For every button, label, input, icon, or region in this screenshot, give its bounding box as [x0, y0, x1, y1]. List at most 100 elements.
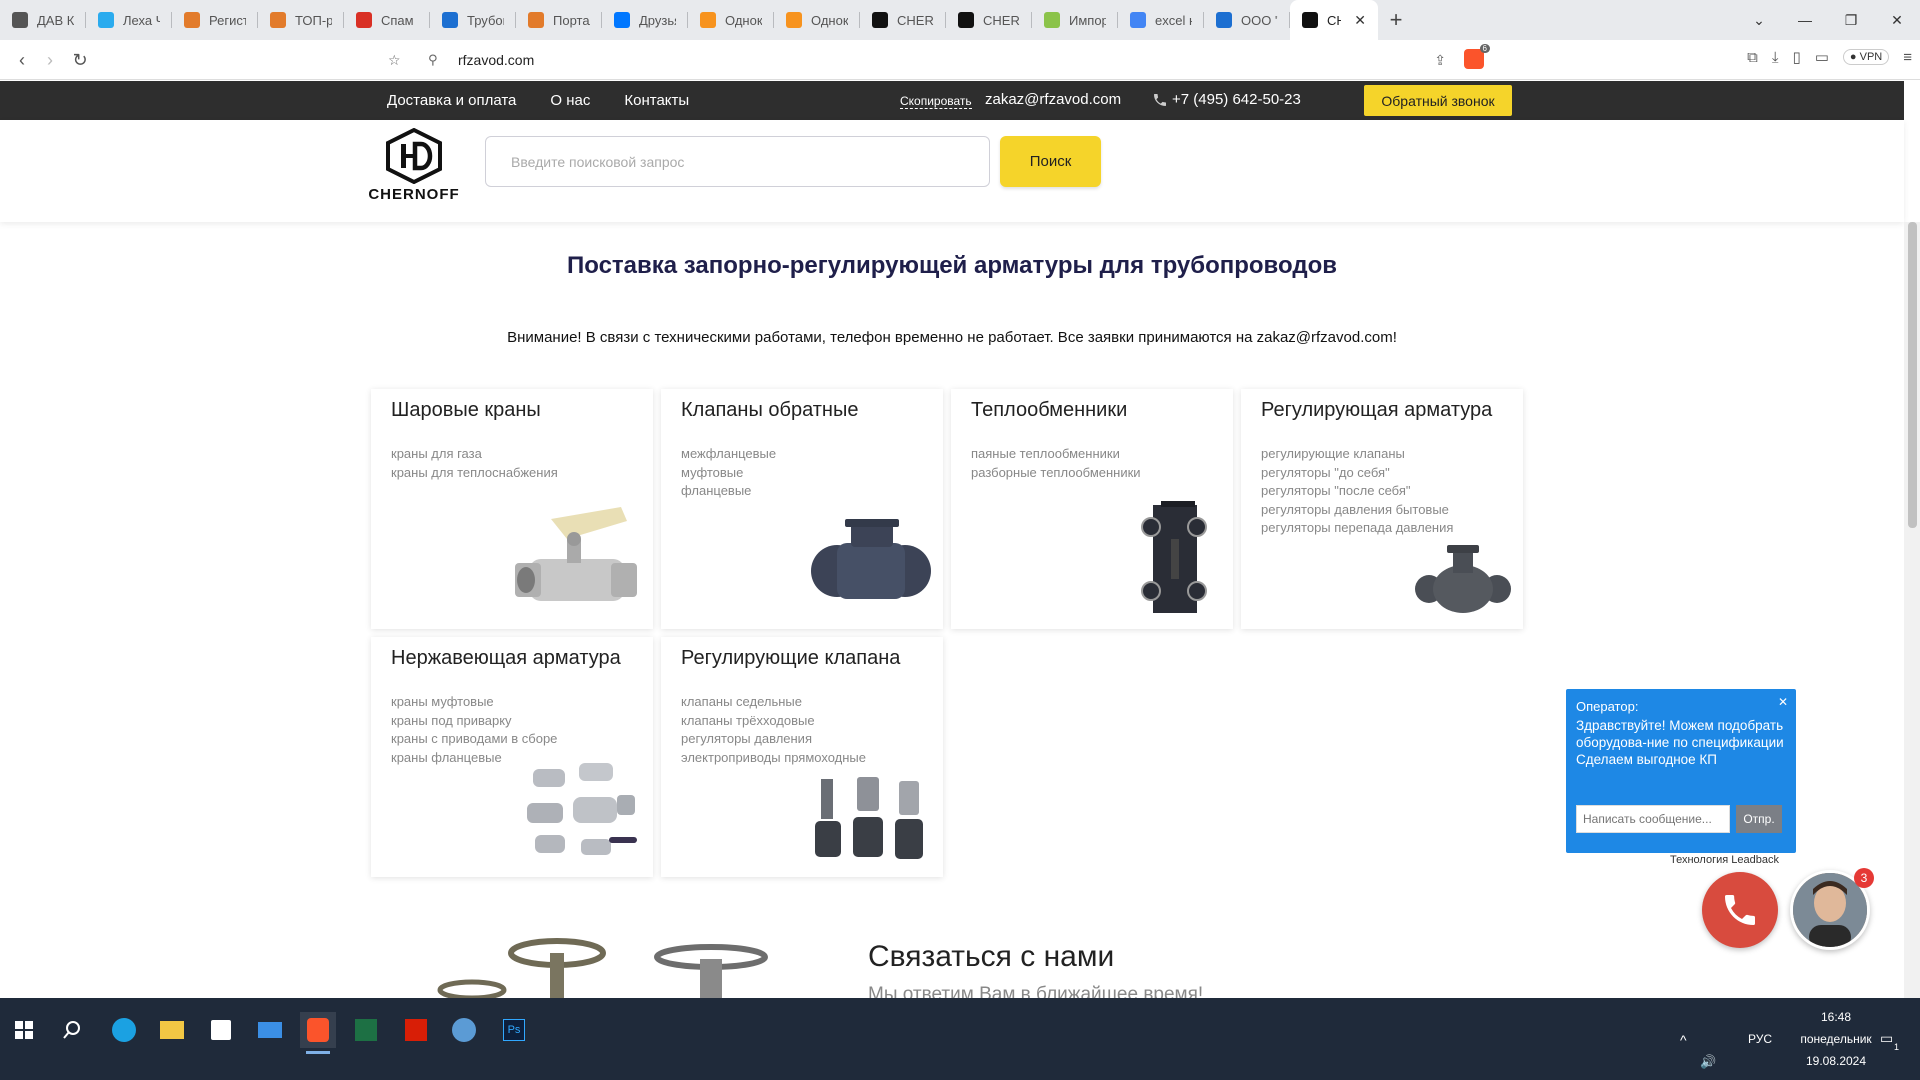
browser-tab[interactable]: Спам (124	[344, 0, 430, 40]
card-link[interactable]: краны для теплоснабжения	[391, 464, 558, 483]
card-link[interactable]: клапаны трёхходовые	[681, 712, 866, 731]
volume-icon[interactable]: 🔊	[1700, 1054, 1716, 1070]
scrollbar-thumb[interactable]	[1908, 222, 1917, 528]
browser-tab[interactable]: Леха Чер	[86, 0, 172, 40]
card-link[interactable]: регулирующие клапаны	[1261, 445, 1453, 464]
reload-icon[interactable]: ↻	[68, 48, 92, 72]
email-link[interactable]: zakaz@rfzavod.com	[985, 91, 1121, 108]
new-tab-button[interactable]: +	[1378, 7, 1414, 33]
share-icon[interactable]: ⇪	[1434, 52, 1446, 69]
language-indicator[interactable]: РУС	[1748, 1032, 1772, 1046]
search-input[interactable]	[485, 136, 990, 187]
card-link[interactable]: регуляторы давления бытовые	[1261, 501, 1453, 520]
browser-tab[interactable]: Портал тр	[516, 0, 602, 40]
tab-search-icon[interactable]: ⌄	[1736, 0, 1782, 40]
clock-time[interactable]: 16:48	[1806, 1010, 1866, 1024]
forward-icon[interactable]: ›	[38, 48, 62, 72]
minimize-button[interactable]: —	[1782, 0, 1828, 40]
card-title[interactable]: Теплообменники	[971, 399, 1127, 422]
call-button[interactable]	[1702, 872, 1778, 948]
browser-tab[interactable]: Регистрац	[172, 0, 258, 40]
restore-button[interactable]: ❐	[1828, 0, 1874, 40]
browser-tab[interactable]: CHERNOF	[860, 0, 946, 40]
brave-browser-icon[interactable]	[300, 1012, 336, 1054]
card-link[interactable]: межфланцевые	[681, 445, 776, 464]
browser-tab[interactable]: CHER ✕	[1290, 0, 1378, 40]
chat-send-button[interactable]: Отпр.	[1736, 805, 1782, 833]
card-link[interactable]: электроприводы прямоходные	[681, 749, 866, 768]
site-info-icon[interactable]: ⚲	[428, 52, 438, 68]
browser-tab[interactable]: Однокла	[774, 0, 860, 40]
card-title[interactable]: Шаровые краны	[391, 399, 541, 422]
card-link[interactable]: разборные теплообменники	[971, 464, 1141, 483]
vpn-button[interactable]: ● VPN	[1842, 49, 1890, 65]
edge-icon[interactable]	[106, 1012, 142, 1048]
chat-close-icon[interactable]: ✕	[1778, 695, 1788, 709]
category-card-ball-valves[interactable]: Шаровые краны краны для газа краны для т…	[371, 389, 653, 629]
card-link[interactable]: регуляторы перепада давления	[1261, 519, 1453, 538]
category-card-control-valves-2[interactable]: Регулирующие клапана клапаны седельные к…	[661, 637, 943, 877]
app-globe-icon[interactable]	[446, 1012, 482, 1048]
category-card-heat-exchangers[interactable]: Теплообменники паяные теплообменники раз…	[951, 389, 1233, 629]
clock-date[interactable]: 19.08.2024	[1796, 1054, 1876, 1068]
url-text[interactable]: rfzavod.com	[458, 52, 534, 68]
back-icon[interactable]: ‹	[10, 48, 34, 72]
photoshop-icon[interactable]: Ps	[496, 1012, 532, 1048]
leadback-credit[interactable]: Технология Leadback	[1670, 854, 1779, 866]
acrobat-icon[interactable]	[398, 1012, 434, 1048]
card-title[interactable]: Клапаны обратные	[681, 399, 858, 422]
extensions-icon[interactable]: ⧉	[1747, 49, 1758, 66]
start-button[interactable]	[6, 1012, 42, 1048]
card-link[interactable]: краны с приводами в сборе	[391, 730, 557, 749]
chat-input[interactable]	[1576, 805, 1730, 833]
store-icon[interactable]	[203, 1012, 239, 1048]
card-link[interactable]: фланцевые	[681, 482, 776, 501]
category-card-stainless[interactable]: Нержавеющая арматура краны муфтовые кран…	[371, 637, 653, 877]
sidebar-icon[interactable]: ▯	[1792, 48, 1800, 66]
tray-chevron-icon[interactable]: ^	[1680, 1032, 1687, 1048]
browser-tab[interactable]: excel не у	[1118, 0, 1204, 40]
browser-tab[interactable]: Однокла	[688, 0, 774, 40]
menu-icon[interactable]: ≡	[1903, 49, 1912, 66]
browser-tab[interactable]: ТОП-рейт	[258, 0, 344, 40]
nav-delivery[interactable]: Доставка и оплата	[387, 92, 516, 109]
card-link[interactable]: краны для газа	[391, 445, 558, 464]
omnibox[interactable]: ☆ ⚲ rfzavod.com ⇪ 6	[378, 44, 1498, 76]
downloads-icon[interactable]: ⤓	[1772, 49, 1779, 66]
card-title[interactable]: Регулирующие клапана	[681, 647, 900, 670]
browser-tab[interactable]: Трубопро	[430, 0, 516, 40]
clock-day[interactable]: понедельник	[1786, 1032, 1886, 1046]
nav-contacts[interactable]: Контакты	[624, 92, 689, 109]
card-title[interactable]: Регулирующая арматура	[1261, 399, 1492, 422]
close-window-button[interactable]: ✕	[1874, 0, 1920, 40]
callback-button[interactable]: Обратный звонок	[1364, 85, 1512, 116]
card-link[interactable]: паяные теплообменники	[971, 445, 1141, 464]
browser-tab[interactable]: ООО "СА	[1204, 0, 1290, 40]
bookmark-icon[interactable]: ☆	[388, 52, 401, 69]
file-explorer-icon[interactable]	[154, 1012, 190, 1048]
card-link[interactable]: муфтовые	[681, 464, 776, 483]
mail-icon[interactable]	[252, 1012, 288, 1048]
logo[interactable]: CHERNOFF	[362, 128, 466, 203]
copy-email-link[interactable]: Скопировать	[900, 94, 972, 109]
card-link[interactable]: регуляторы "после себя"	[1261, 482, 1453, 501]
phone-link[interactable]: +7 (495) 642-50-23	[1152, 91, 1301, 108]
notifications-icon[interactable]: ▭	[1880, 1030, 1893, 1047]
wallet-icon[interactable]: ▭	[1815, 48, 1829, 66]
card-link[interactable]: краны муфтовые	[391, 693, 557, 712]
browser-tab[interactable]: Импорт и	[1032, 0, 1118, 40]
excel-icon[interactable]	[348, 1012, 384, 1048]
browser-tab[interactable]: CHERNOF	[946, 0, 1032, 40]
search-button[interactable]: Поиск	[1000, 136, 1101, 187]
card-link[interactable]: регуляторы "до себя"	[1261, 464, 1453, 483]
browser-tab[interactable]: ДАВ Конт	[0, 0, 86, 40]
card-link[interactable]: краны под приварку	[391, 712, 557, 731]
card-title[interactable]: Нержавеющая арматура	[391, 647, 621, 670]
nav-about[interactable]: О нас	[550, 92, 590, 109]
page-scrollbar[interactable]	[1904, 222, 1920, 998]
category-card-check-valves[interactable]: Клапаны обратные межфланцевые муфтовые ф…	[661, 389, 943, 629]
browser-tab[interactable]: Друзья И	[602, 0, 688, 40]
search-icon[interactable]	[54, 1012, 90, 1048]
card-link[interactable]: регуляторы давления	[681, 730, 866, 749]
category-card-control-valves[interactable]: Регулирующая арматура регулирующие клапа…	[1241, 389, 1523, 629]
